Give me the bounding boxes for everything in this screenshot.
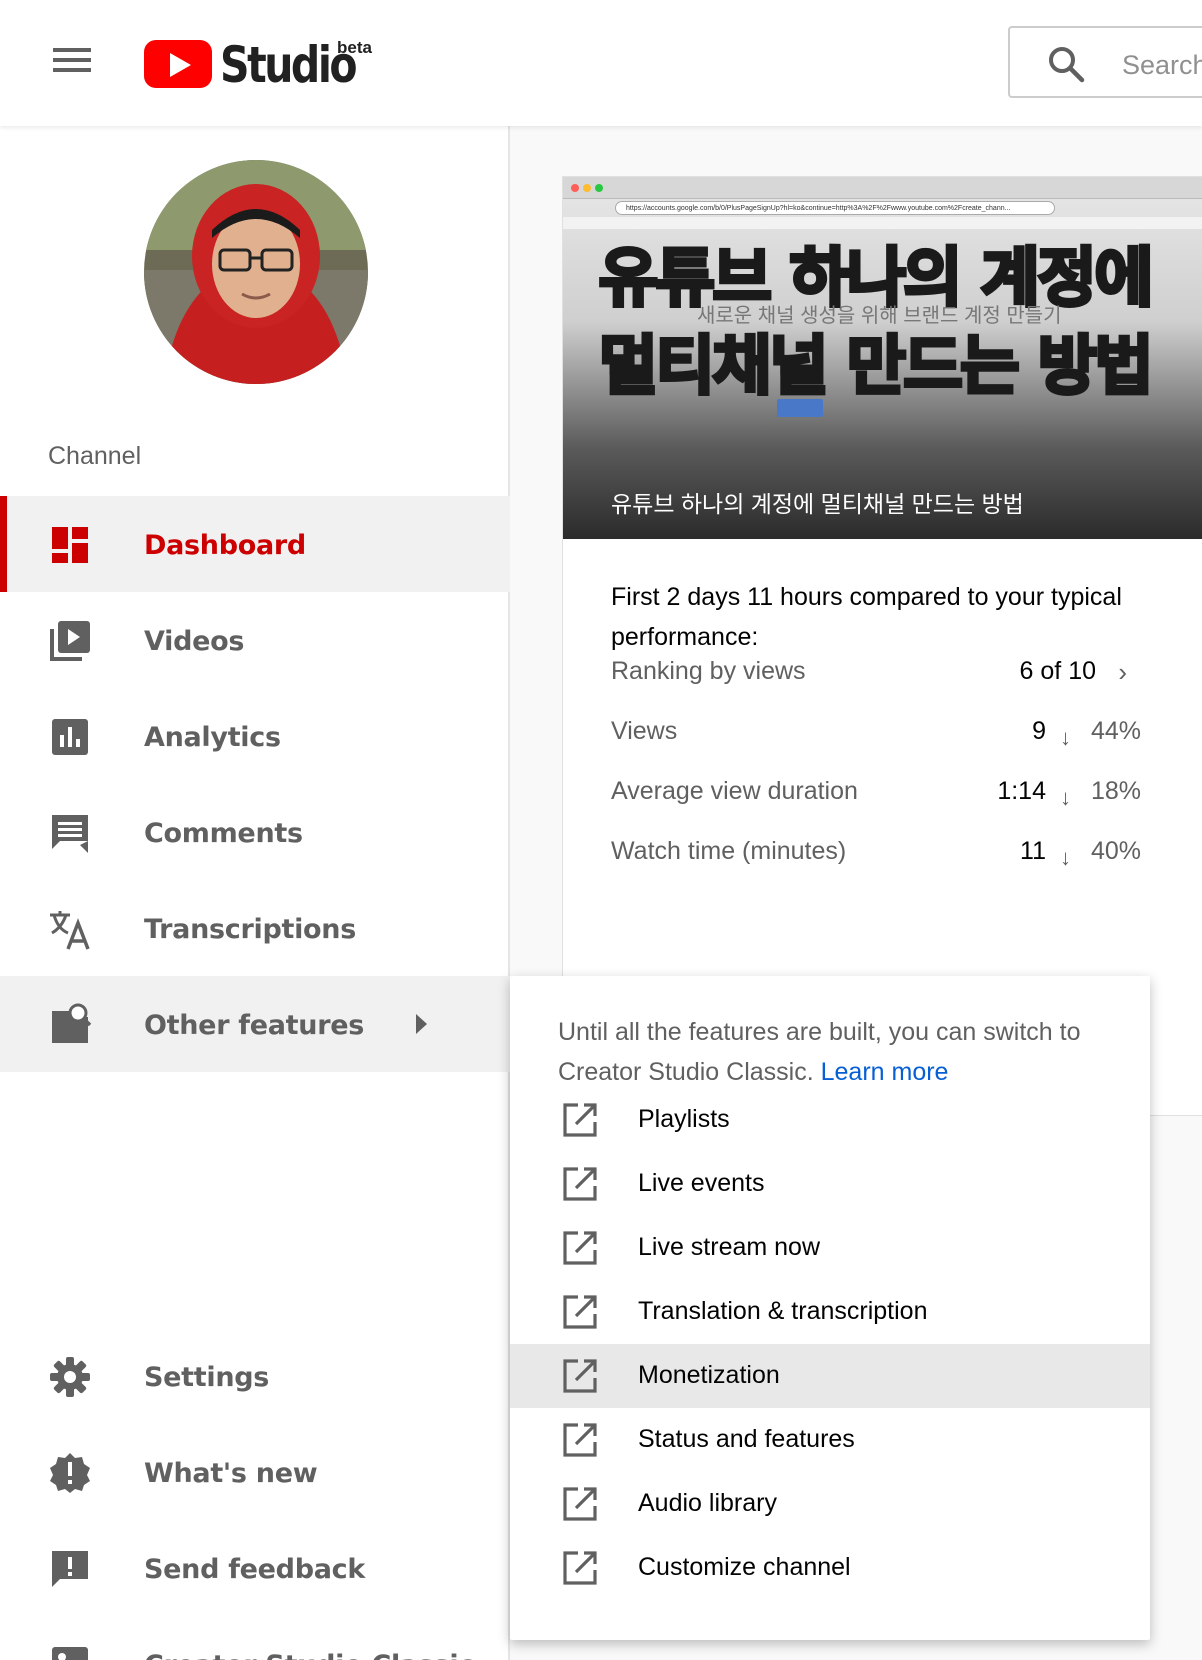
external-link-icon xyxy=(563,1295,597,1329)
menu-item-customize-channel[interactable]: Customize channel xyxy=(510,1536,1150,1600)
video-title[interactable]: 유튜브 하나의 계정에 멀티채널 만드는 방법 xyxy=(611,485,1024,519)
metric-value: 11 xyxy=(1020,837,1046,865)
sidebar-item-dashboard[interactable]: Dashboard xyxy=(0,496,510,592)
metric-label: Watch time (minutes) xyxy=(611,837,847,865)
metric-value: 9 xyxy=(1032,717,1046,745)
classic-icon xyxy=(52,1647,88,1660)
sidebar-item-comments[interactable]: Comments xyxy=(0,784,510,880)
top-app-bar: Studio beta Search xyxy=(0,0,1202,126)
external-link-icon xyxy=(563,1487,597,1521)
other-features-menu: Until all the features are built, you ca… xyxy=(510,976,1150,1640)
hamburger-menu-icon[interactable] xyxy=(48,44,96,80)
thumb-button xyxy=(777,399,823,417)
classic-note-text: Until all the features are built, you ca… xyxy=(558,1018,1081,1086)
dashboard-icon xyxy=(52,527,88,563)
sidebar-item-label: Creator Studio Classic xyxy=(144,1650,474,1660)
menu-item-playlists[interactable]: Playlists xyxy=(510,1088,1150,1152)
sidebar-item-videos[interactable]: Videos xyxy=(0,592,510,688)
comments-icon xyxy=(52,815,88,853)
sidebar-item-creator-studio-classic[interactable]: Creator Studio Classic xyxy=(0,1616,510,1660)
sidebar-item-label: Videos xyxy=(144,626,245,657)
learn-more-link[interactable]: Learn more xyxy=(821,1058,949,1086)
latest-video-card: https://accounts.google.com/b/0/PlusPage… xyxy=(562,176,1202,1116)
sidebar-item-analytics[interactable]: Analytics xyxy=(0,688,510,784)
metric-row-avg-duration: Average view duration 1:14 ↓ 18% xyxy=(611,777,1141,817)
performance-heading: First 2 days 11 hours compared to your t… xyxy=(611,583,1122,651)
other-features-icon xyxy=(52,1003,92,1043)
sidebar-item-transcriptions[interactable]: Transcriptions xyxy=(0,880,510,976)
thumb-browser-url: https://accounts.google.com/b/0/PlusPage… xyxy=(615,201,1055,215)
classic-note: Until all the features are built, you ca… xyxy=(558,1012,1118,1092)
external-link-icon xyxy=(563,1103,597,1137)
menu-item-live-stream-now[interactable]: Live stream now xyxy=(510,1216,1150,1280)
chevron-right-icon[interactable]: › xyxy=(1118,657,1127,688)
analytics-icon xyxy=(52,719,88,755)
menu-item-label: Translation & transcription xyxy=(638,1297,928,1325)
menu-item-monetization[interactable]: Monetization xyxy=(510,1344,1150,1408)
sidebar-item-label: What's new xyxy=(144,1458,318,1489)
menu-item-audio-library[interactable]: Audio library xyxy=(510,1472,1150,1536)
sidebar-item-label: Transcriptions xyxy=(144,914,356,945)
settings-icon xyxy=(50,1357,90,1397)
ranking-row[interactable]: Ranking by views 6 of 10 › xyxy=(611,657,1141,697)
feedback-icon xyxy=(52,1551,88,1587)
arrow-down-icon: ↓ xyxy=(1060,725,1071,750)
external-link-icon xyxy=(563,1167,597,1201)
metric-row-views: Views 9 ↓ 44% xyxy=(611,717,1141,757)
external-link-icon xyxy=(563,1231,597,1265)
menu-item-label: Live events xyxy=(638,1169,765,1197)
metric-change: 18% xyxy=(1090,777,1141,805)
ranking-label: Ranking by views xyxy=(611,657,806,685)
sidebar-item-label: Settings xyxy=(144,1362,270,1393)
sidebar-item-label: Dashboard xyxy=(144,530,306,561)
menu-item-live-events[interactable]: Live events xyxy=(510,1152,1150,1216)
sidebar-item-whats-new[interactable]: What's new xyxy=(0,1424,510,1520)
videos-icon xyxy=(50,621,90,661)
menu-item-label: Monetization xyxy=(638,1361,780,1389)
sidebar-item-label: Analytics xyxy=(144,722,281,753)
expand-arrow-icon xyxy=(416,1014,427,1034)
video-thumbnail[interactable]: https://accounts.google.com/b/0/PlusPage… xyxy=(563,177,1202,539)
metric-row-watch-time: Watch time (minutes) 11 ↓ 40% xyxy=(611,837,1141,877)
menu-item-label: Audio library xyxy=(638,1489,777,1517)
thumb-headline-line2: 멀티채널 만드는 방법 xyxy=(597,328,1155,406)
arrow-down-icon: ↓ xyxy=(1060,785,1071,810)
sidebar-item-label: Comments xyxy=(144,818,303,849)
beta-label: beta xyxy=(337,38,372,57)
metric-change: 40% xyxy=(1090,837,1141,865)
sidebar-item-label: Other features xyxy=(144,1010,365,1041)
menu-item-label: Status and features xyxy=(638,1425,855,1453)
whats-new-icon xyxy=(50,1453,90,1493)
metric-value: 1:14 xyxy=(997,777,1046,805)
external-link-icon xyxy=(563,1423,597,1457)
channel-avatar[interactable] xyxy=(144,160,368,384)
metric-label: Average view duration xyxy=(611,777,858,805)
search-input[interactable]: Search xyxy=(1008,26,1202,98)
sidebar-item-send-feedback[interactable]: Send feedback xyxy=(0,1520,510,1616)
arrow-down-icon: ↓ xyxy=(1060,845,1071,870)
external-link-icon xyxy=(563,1359,597,1393)
external-link-icon xyxy=(563,1551,597,1585)
metric-change: 44% xyxy=(1090,717,1141,745)
sidebar-item-settings[interactable]: Settings xyxy=(0,1328,510,1424)
sidebar-item-label: Send feedback xyxy=(144,1554,366,1585)
ranking-value: 6 of 10 xyxy=(1019,657,1096,685)
metric-label: Views xyxy=(611,717,678,745)
menu-item-translation-transcription[interactable]: Translation & transcription xyxy=(510,1280,1150,1344)
youtube-play-icon xyxy=(144,40,212,88)
search-icon[interactable] xyxy=(1046,44,1086,84)
sidebar-item-other-features[interactable]: Other features xyxy=(0,976,510,1072)
menu-item-label: Live stream now xyxy=(638,1233,821,1261)
menu-item-label: Customize channel xyxy=(638,1553,851,1581)
search-placeholder: Search xyxy=(1122,50,1202,80)
logo-text: Studio xyxy=(220,36,358,94)
youtube-studio-logo[interactable]: Studio beta xyxy=(144,38,385,92)
menu-item-label: Playlists xyxy=(638,1105,730,1133)
section-label-channel: Channel xyxy=(48,442,142,470)
transcriptions-icon xyxy=(50,911,90,950)
thumb-browser-bar xyxy=(563,177,1202,199)
sidebar: Channel Dashboard Videos Analytics Comme… xyxy=(0,126,510,1660)
menu-item-status-and-features[interactable]: Status and features xyxy=(510,1408,1150,1472)
